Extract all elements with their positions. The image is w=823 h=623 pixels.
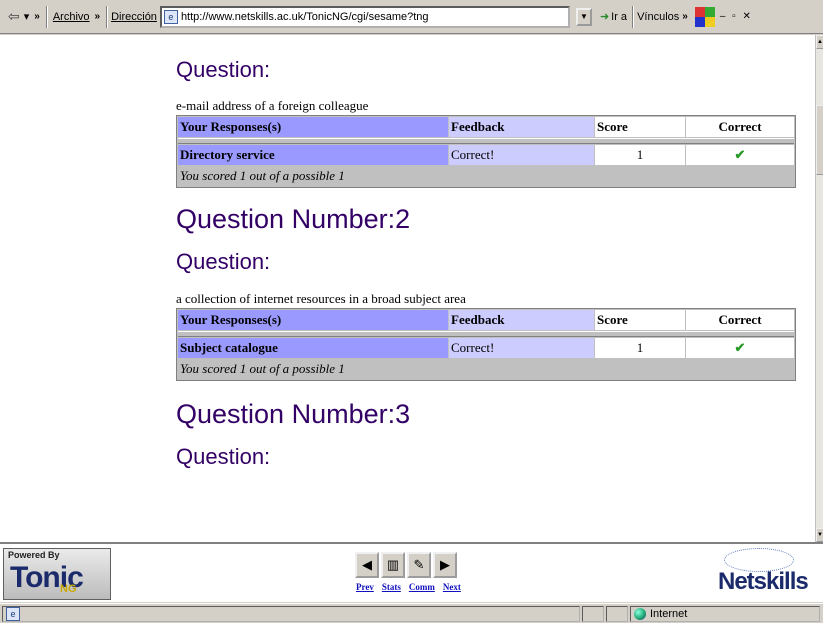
header-responses: Your Responses(s) bbox=[178, 117, 448, 137]
question-label: Question: bbox=[176, 444, 271, 469]
back-dropdown-icon[interactable]: ▾ bbox=[24, 10, 30, 23]
table-row: Subject catalogue Correct! 1 ✔ bbox=[178, 338, 794, 358]
scroll-thumb[interactable] bbox=[816, 105, 823, 175]
feedback-cell: Correct! bbox=[449, 338, 594, 358]
go-button[interactable]: ➜ Ir a bbox=[598, 6, 629, 28]
toolbar-separator bbox=[45, 5, 48, 28]
windows-logo-icon bbox=[694, 6, 715, 27]
page-icon: e bbox=[163, 9, 178, 24]
triangle-right-icon: ▶ bbox=[440, 557, 450, 572]
prev-button[interactable]: ◀ bbox=[355, 552, 379, 578]
score-summary: You scored 1 out of a possible 1 bbox=[178, 359, 794, 379]
question-number-heading: Question Number:2 bbox=[176, 204, 411, 234]
back-button[interactable]: ⇦ ▾ bbox=[6, 6, 31, 28]
table-spacer-row bbox=[178, 138, 794, 144]
nav-link-group: Prev Stats Comm Next bbox=[356, 582, 461, 592]
vertical-scrollbar[interactable]: ▲ ▼ bbox=[815, 35, 823, 542]
powered-by-text: Powered By bbox=[8, 550, 60, 560]
menu-more-chevron[interactable]: » bbox=[95, 11, 101, 22]
score-cell: 1 bbox=[595, 145, 685, 165]
feedback-cell: Correct! bbox=[449, 145, 594, 165]
go-arrow-icon: ➜ bbox=[599, 11, 610, 23]
status-pane bbox=[582, 605, 604, 622]
score-cell: 1 bbox=[595, 338, 685, 358]
header-feedback: Feedback bbox=[449, 310, 594, 330]
next-link[interactable]: Next bbox=[443, 582, 461, 592]
navigation-frame: Powered By Tonic NG ◀ ▥ ✎ ▶ Prev Stats C… bbox=[0, 542, 823, 602]
address-dropdown-button[interactable]: ▼ bbox=[575, 7, 592, 26]
triangle-left-icon: ◀ bbox=[362, 557, 372, 572]
table-header-row: Your Responses(s) Feedback Score Correct bbox=[178, 310, 794, 330]
summary-row: You scored 1 out of a possible 1 bbox=[178, 359, 794, 379]
window-controls[interactable]: – ▫ ✕ bbox=[720, 11, 753, 22]
next-button[interactable]: ▶ bbox=[433, 552, 457, 578]
scroll-up-icon[interactable]: ▲ bbox=[816, 35, 823, 49]
header-score: Score bbox=[595, 117, 685, 137]
header-correct: Correct bbox=[686, 117, 794, 137]
header-score: Score bbox=[595, 310, 685, 330]
response-table: Your Responses(s) Feedback Score Correct… bbox=[176, 115, 796, 188]
netskills-logo-text: Netskills bbox=[718, 568, 809, 595]
question-text: e-mail address of a foreign colleague bbox=[176, 98, 369, 113]
response-cell: Directory service bbox=[178, 145, 448, 165]
response-table: Your Responses(s) Feedback Score Correct… bbox=[176, 308, 796, 381]
page-status-icon: e bbox=[6, 606, 20, 621]
back-arrow-icon: ⇦ bbox=[8, 8, 20, 24]
table-row: Directory service Correct! 1 ✔ bbox=[178, 145, 794, 165]
internet-zone-icon bbox=[634, 607, 646, 620]
question-text: a collection of internet resources in a … bbox=[176, 291, 466, 306]
table-header-row: Your Responses(s) Feedback Score Correct bbox=[178, 117, 794, 137]
prev-link[interactable]: Prev bbox=[356, 582, 374, 592]
question-number-heading: Question Number:3 bbox=[176, 399, 411, 429]
nav-button-group: ◀ ▥ ✎ ▶ bbox=[355, 552, 457, 578]
scroll-down-icon[interactable]: ▼ bbox=[816, 528, 823, 542]
links-more-chevron[interactable]: » bbox=[682, 11, 688, 22]
table-spacer-row bbox=[178, 331, 794, 337]
header-correct: Correct bbox=[686, 310, 794, 330]
status-bar: e Internet bbox=[0, 603, 823, 623]
address-label: Dirección bbox=[111, 10, 157, 23]
zone-pane: Internet bbox=[630, 605, 820, 622]
status-pane bbox=[606, 605, 628, 622]
header-feedback: Feedback bbox=[449, 117, 594, 137]
checkmark-icon: ✔ bbox=[686, 338, 794, 358]
address-field[interactable]: e http://www.netskills.ac.uk/TonicNG/cgi… bbox=[159, 5, 570, 28]
stats-link[interactable]: Stats bbox=[382, 582, 401, 592]
header-responses: Your Responses(s) bbox=[178, 310, 448, 330]
pencil-icon: ✎ bbox=[413, 557, 425, 572]
toolbar-separator bbox=[106, 5, 109, 28]
score-summary: You scored 1 out of a possible 1 bbox=[178, 166, 794, 186]
browser-toolbar: ⇦ ▾ » Archivo » Dirección e http://www.n… bbox=[0, 0, 823, 34]
response-cell: Subject catalogue bbox=[178, 338, 448, 358]
results-content: Question: e-mail address of a foreign co… bbox=[176, 35, 796, 470]
bar-chart-icon: ▥ bbox=[386, 557, 400, 572]
links-label[interactable]: Vínculos bbox=[637, 11, 679, 23]
question-label: Question: bbox=[176, 57, 271, 82]
zone-label: Internet bbox=[650, 607, 688, 620]
summary-row: You scored 1 out of a possible 1 bbox=[178, 166, 794, 186]
stats-button[interactable]: ▥ bbox=[381, 552, 405, 578]
tonic-ng-text: NG bbox=[60, 583, 77, 595]
question-label: Question: bbox=[176, 249, 271, 274]
tonic-logo: Powered By Tonic NG bbox=[3, 548, 111, 600]
page-viewport: Question: e-mail address of a foreign co… bbox=[0, 35, 815, 542]
status-text-pane: e bbox=[2, 605, 580, 622]
comment-button[interactable]: ✎ bbox=[407, 552, 431, 578]
address-url: http://www.netskills.ac.uk/TonicNG/cgi/s… bbox=[180, 10, 429, 23]
toolbar-separator bbox=[632, 5, 635, 28]
menu-archivo[interactable]: Archivo bbox=[51, 6, 92, 28]
go-label: Ir a bbox=[611, 10, 628, 23]
checkmark-icon: ✔ bbox=[686, 145, 794, 165]
comm-link[interactable]: Comm bbox=[409, 582, 435, 592]
netskills-logo: Netskills bbox=[712, 548, 822, 600]
toolbar-more-chevron[interactable]: » bbox=[34, 11, 40, 22]
